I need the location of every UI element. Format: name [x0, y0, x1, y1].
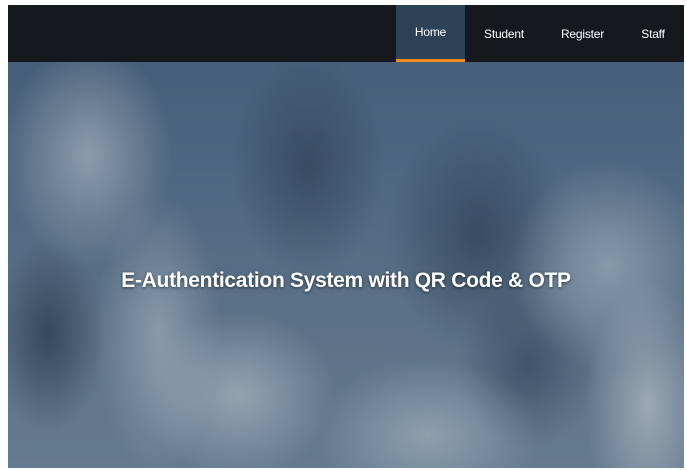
nav-item-home[interactable]: Home: [396, 5, 465, 62]
page-frame: Home Student Register Staff E-Authentica…: [8, 5, 684, 468]
nav-menu: Home Student Register Staff: [396, 5, 684, 62]
nav-item-student[interactable]: Student: [465, 5, 543, 62]
hero-title: E-Authentication System with QR Code & O…: [121, 269, 571, 292]
nav-item-staff[interactable]: Staff: [622, 5, 684, 62]
nav-item-register[interactable]: Register: [543, 5, 622, 62]
hero-overlay: [8, 5, 684, 468]
top-navbar: Home Student Register Staff: [8, 5, 684, 62]
